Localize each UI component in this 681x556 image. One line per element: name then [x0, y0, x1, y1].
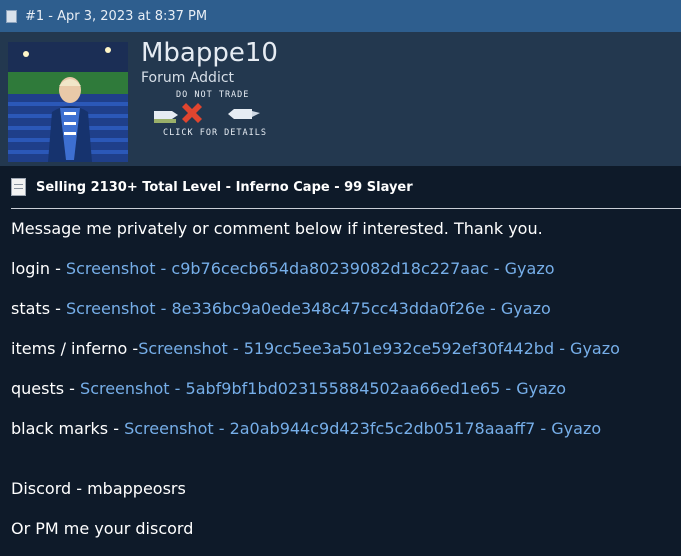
line-label: login -: [11, 259, 66, 278]
post-title-text: Selling 2130+ Total Level - Inferno Cape…: [36, 179, 413, 195]
post-line-items: items / inferno -Screenshot - 519cc5ee3a…: [11, 329, 681, 369]
user-profile-panel: Mbappe10 Forum Addict DO NOT TRADE CLICK…: [0, 32, 681, 166]
line-label: stats -: [11, 299, 66, 318]
post-icon: [6, 9, 17, 23]
post-line-quests: quests - Screenshot - 5abf9bf1bd02315588…: [11, 369, 681, 409]
post-number-date[interactable]: #1 - Apr 3, 2023 at 8:37 PM: [25, 9, 207, 24]
post-body: Selling 2130+ Total Level - Inferno Cape…: [0, 166, 681, 549]
avatar[interactable]: [8, 42, 128, 162]
post-line-stats: stats - Screenshot - 8e336bc9a0ede348c47…: [11, 289, 681, 329]
screenshot-link[interactable]: Screenshot - 5abf9bf1bd023155884502aa66e…: [80, 379, 566, 398]
discord-line: Discord - mbappeosrs: [11, 479, 186, 498]
user-title: Forum Addict: [141, 70, 235, 86]
screenshot-link[interactable]: Screenshot - 519cc5ee3a501e932ce592ef30f…: [138, 339, 620, 358]
line-label: items / inferno -: [11, 339, 139, 358]
screenshot-link[interactable]: Screenshot - c9b76cecb654da80239082d18c2…: [66, 259, 555, 278]
badge-top-text: DO NOT TRADE: [176, 90, 250, 100]
trade-hands-x-icon: [154, 103, 260, 123]
screenshot-link[interactable]: Screenshot - 2a0ab944c9d423fc5c2db05178a…: [124, 419, 601, 438]
line-label: black marks -: [11, 419, 125, 438]
line-label: quests -: [11, 379, 81, 398]
document-icon: [11, 178, 26, 196]
screenshot-link[interactable]: Screenshot - 8e336bc9a0ede348c475cc43dda…: [66, 299, 551, 318]
badge-bottom-text: CLICK FOR DETAILS: [163, 128, 267, 138]
post-line-black-marks: black marks - Screenshot - 2a0ab944c9d42…: [11, 409, 681, 449]
post-header-bar: #1 - Apr 3, 2023 at 8:37 PM: [0, 0, 681, 32]
post-title: Selling 2130+ Total Level - Inferno Cape…: [11, 166, 681, 209]
username[interactable]: Mbappe10: [141, 38, 278, 68]
post-line-login: login - Screenshot - c9b76cecb654da80239…: [11, 249, 681, 289]
pm-line: Or PM me your discord: [11, 519, 194, 538]
post-intro: Message me privately or comment below if…: [11, 219, 543, 238]
do-not-trade-badge[interactable]: DO NOT TRADE CLICK FOR DETAILS: [150, 89, 285, 138]
